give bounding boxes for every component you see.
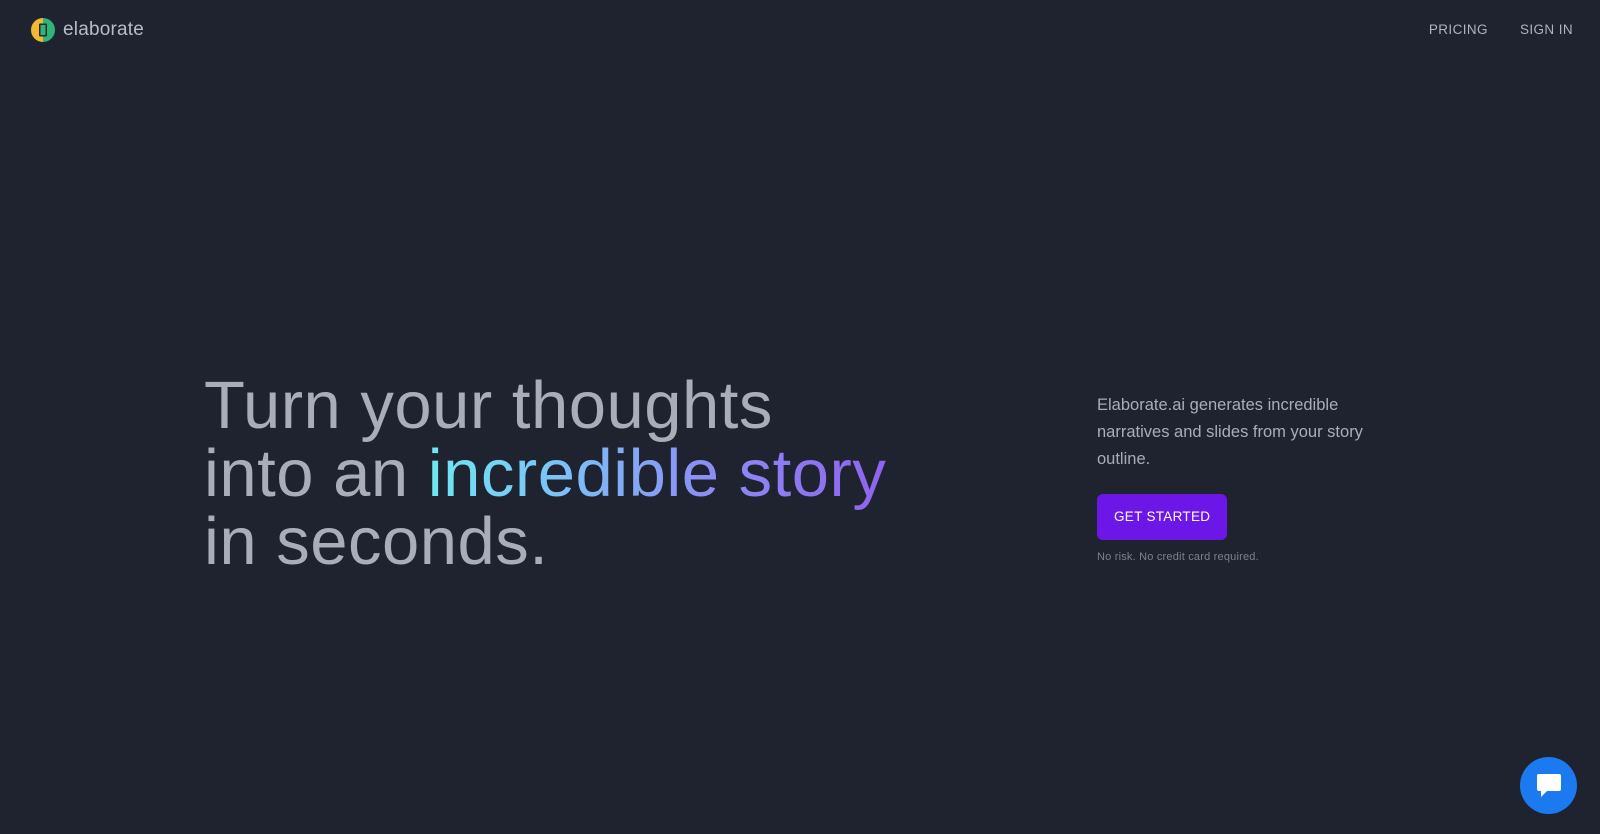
hero-line-2: into an incredible story xyxy=(204,440,886,508)
nav-sign-in-link[interactable]: SIGN IN xyxy=(1520,21,1573,39)
hero-highlight: incredible story xyxy=(427,436,887,511)
hero-line-3: in seconds. xyxy=(204,504,549,579)
product-description: Elaborate.ai generates incredible narrat… xyxy=(1097,396,1363,468)
top-nav: PRICING SIGN IN xyxy=(1429,21,1573,39)
hero-aside: Elaborate.ai generates incredible narrat… xyxy=(1097,392,1397,563)
get-started-button[interactable]: GET STARTED xyxy=(1097,494,1228,540)
site-header: elaborate PRICING SIGN IN xyxy=(0,0,1600,60)
brand-name: elaborate xyxy=(63,19,145,40)
hero-headline: Turn your thoughts into an incredible st… xyxy=(204,372,886,576)
landing-page: elaborate PRICING SIGN IN Turn your thou… xyxy=(0,0,1600,834)
nav-pricing-link[interactable]: PRICING xyxy=(1429,21,1488,39)
no-risk-note: No risk. No credit card required. xyxy=(1097,551,1259,563)
chat-bubble-icon xyxy=(1536,773,1561,797)
hero-line-1: Turn your thoughts xyxy=(204,368,773,443)
hero-line-2-prefix: into an xyxy=(204,436,428,511)
chat-launcher-button[interactable] xyxy=(1520,757,1577,814)
elaborate-logo-icon xyxy=(31,18,55,42)
brand-home-link[interactable]: elaborate xyxy=(31,18,144,42)
